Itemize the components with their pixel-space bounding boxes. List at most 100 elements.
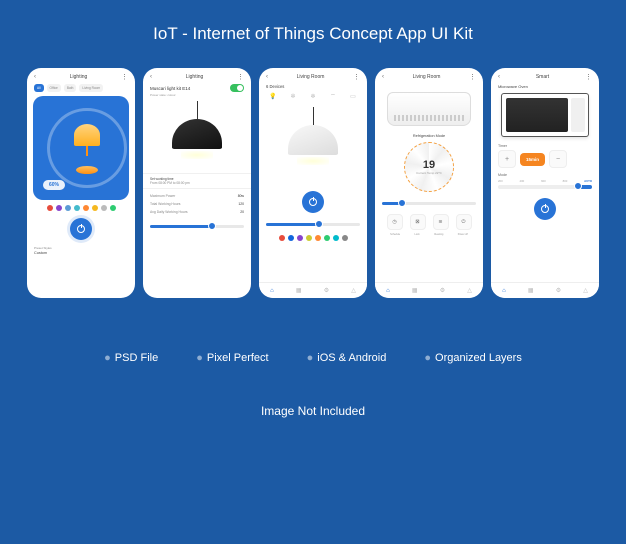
back-icon[interactable]: ‹ bbox=[34, 74, 36, 80]
schedule-button[interactable]: ◷ bbox=[387, 214, 403, 230]
swatch-orange[interactable] bbox=[83, 205, 89, 211]
filter-office[interactable]: Office bbox=[47, 84, 61, 92]
screen-ac-control: ‹ Living Room ⋮ Refrigeration Mode 19 Cu… bbox=[375, 68, 483, 298]
lock-button[interactable]: ⊠ bbox=[410, 214, 426, 230]
slider-thumb[interactable] bbox=[398, 199, 406, 207]
more-icon[interactable]: ⋮ bbox=[585, 76, 592, 79]
more-icon[interactable]: ⋮ bbox=[469, 76, 476, 79]
power-button[interactable] bbox=[302, 191, 324, 213]
swatch-yellow[interactable] bbox=[306, 235, 312, 241]
power-button[interactable] bbox=[70, 218, 92, 240]
snow-icon[interactable]: ❄ bbox=[308, 91, 318, 101]
slider-thumb[interactable] bbox=[208, 222, 216, 230]
nav-gear-icon[interactable]: ⚙ bbox=[440, 287, 445, 294]
timer-minus-button[interactable]: − bbox=[549, 150, 567, 168]
slider-thumb[interactable] bbox=[574, 182, 582, 190]
color-swatches bbox=[259, 230, 367, 246]
nav-gear-icon[interactable]: ⚙ bbox=[324, 287, 329, 294]
filter-all[interactable]: All bbox=[34, 84, 44, 92]
row-max-power-value: 80w bbox=[238, 194, 244, 198]
swatch-grey[interactable] bbox=[101, 205, 107, 211]
swatch-teal[interactable] bbox=[74, 205, 80, 211]
more-icon[interactable]: ⋮ bbox=[353, 76, 360, 79]
more-icon[interactable]: ⋮ bbox=[121, 76, 128, 79]
swatch-green[interactable] bbox=[110, 205, 116, 211]
screen-microwave: ‹ Smart ⋮ Microwave Oven Timer + 15min −… bbox=[491, 68, 599, 298]
swatch-blue[interactable] bbox=[65, 205, 71, 211]
brightness-value: 60% bbox=[43, 180, 65, 190]
back-icon[interactable]: ‹ bbox=[382, 74, 384, 80]
lock-label: Lock bbox=[415, 233, 420, 236]
screen3-title: Living Room bbox=[297, 74, 325, 80]
bulb-icon[interactable]: 💡 bbox=[268, 91, 278, 101]
back-icon[interactable]: ‹ bbox=[266, 74, 268, 80]
poweroff-button[interactable]: ⏻ bbox=[456, 214, 472, 230]
fan-icon[interactable]: ✲ bbox=[288, 91, 298, 101]
back-icon[interactable]: ‹ bbox=[498, 74, 500, 80]
temp-slider[interactable] bbox=[382, 202, 476, 205]
timer-label: Timer bbox=[491, 140, 599, 150]
nav-home-icon[interactable]: ⌂ bbox=[386, 288, 390, 294]
screen1-title: Lighting bbox=[70, 74, 88, 80]
swatch-blue[interactable] bbox=[288, 235, 294, 241]
bottom-nav: ⌂ ▦ ⚙ △ bbox=[375, 282, 483, 298]
schedule-label: Schedule bbox=[390, 233, 400, 236]
nav-home-icon[interactable]: ⌂ bbox=[270, 288, 274, 294]
mode-auto[interactable]: AUTO bbox=[584, 179, 592, 183]
nav-grid-icon[interactable]: ▦ bbox=[528, 287, 534, 294]
bottom-nav: ⌂ ▦ ⚙ △ bbox=[491, 282, 599, 298]
nav-user-icon[interactable]: △ bbox=[351, 287, 356, 294]
mode-800[interactable]: 800 bbox=[563, 179, 568, 183]
mode-200[interactable]: 200 bbox=[498, 179, 503, 183]
filter-tabs: All Office Bath Living Room bbox=[27, 84, 135, 96]
temperature-dial[interactable]: 19 Current Temp 22°C bbox=[404, 142, 454, 192]
screen-device-detail: ‹ Lighting ⋮ Muscari light kit E14 Power… bbox=[143, 68, 251, 298]
preset-label: Preset Styles bbox=[34, 246, 128, 250]
nav-user-icon[interactable]: △ bbox=[467, 287, 472, 294]
cast-icon[interactable]: ▭ bbox=[348, 91, 358, 101]
swatch-red[interactable] bbox=[47, 205, 53, 211]
swatch-orange[interactable] bbox=[315, 235, 321, 241]
power-toggle[interactable] bbox=[230, 84, 244, 92]
swatch-purple[interactable] bbox=[297, 235, 303, 241]
brightness-slider[interactable] bbox=[150, 225, 244, 228]
lock-icon: ⊠ bbox=[415, 219, 419, 225]
row-total-hours-value: 120 bbox=[238, 202, 244, 206]
air-icon: ≋ bbox=[438, 219, 442, 225]
swatch-green[interactable] bbox=[324, 235, 330, 241]
preset-value[interactable]: Custom bbox=[34, 251, 128, 255]
nav-grid-icon[interactable]: ▦ bbox=[296, 287, 302, 294]
nav-gear-icon[interactable]: ⚙ bbox=[556, 287, 561, 294]
power-button[interactable] bbox=[534, 198, 556, 220]
mode-label: Mode bbox=[491, 168, 599, 179]
power-icon bbox=[77, 225, 85, 233]
mode-slider[interactable] bbox=[498, 185, 592, 189]
nav-user-icon[interactable]: △ bbox=[583, 287, 588, 294]
timer-value: 15min bbox=[520, 153, 545, 166]
mode-400[interactable]: 400 bbox=[520, 179, 525, 183]
row-total-hours-label: Total Working Hours bbox=[150, 202, 180, 206]
filter-living[interactable]: Living Room bbox=[79, 84, 103, 92]
nav-home-icon[interactable]: ⌂ bbox=[502, 288, 506, 294]
schedule-value[interactable]: From 08:00 PM to 08:00 pm bbox=[150, 181, 244, 185]
cleaning-button[interactable]: ≋ bbox=[433, 214, 449, 230]
brightness-slider[interactable] bbox=[266, 223, 360, 226]
nav-grid-icon[interactable]: ▦ bbox=[412, 287, 418, 294]
lamp-illustration bbox=[71, 124, 103, 164]
power-icon: ⏻ bbox=[462, 219, 466, 225]
swatch-grey[interactable] bbox=[342, 235, 348, 241]
swatch-red[interactable] bbox=[279, 235, 285, 241]
clock-icon: ◷ bbox=[392, 219, 396, 225]
swatch-cyan[interactable] bbox=[333, 235, 339, 241]
more-icon[interactable]: ⋮ bbox=[237, 76, 244, 79]
timer-plus-button[interactable]: + bbox=[498, 150, 516, 168]
brightness-dial[interactable]: 60% bbox=[33, 96, 129, 200]
filter-bath[interactable]: Bath bbox=[64, 84, 77, 92]
mode-600[interactable]: 600 bbox=[541, 179, 546, 183]
row-max-power-label: Maximum Power bbox=[150, 194, 175, 198]
swatch-purple[interactable] bbox=[56, 205, 62, 211]
swatch-amber[interactable] bbox=[92, 205, 98, 211]
slider-thumb[interactable] bbox=[315, 220, 323, 228]
wifi-icon[interactable]: ⌔ bbox=[328, 91, 338, 101]
back-icon[interactable]: ‹ bbox=[150, 74, 152, 80]
